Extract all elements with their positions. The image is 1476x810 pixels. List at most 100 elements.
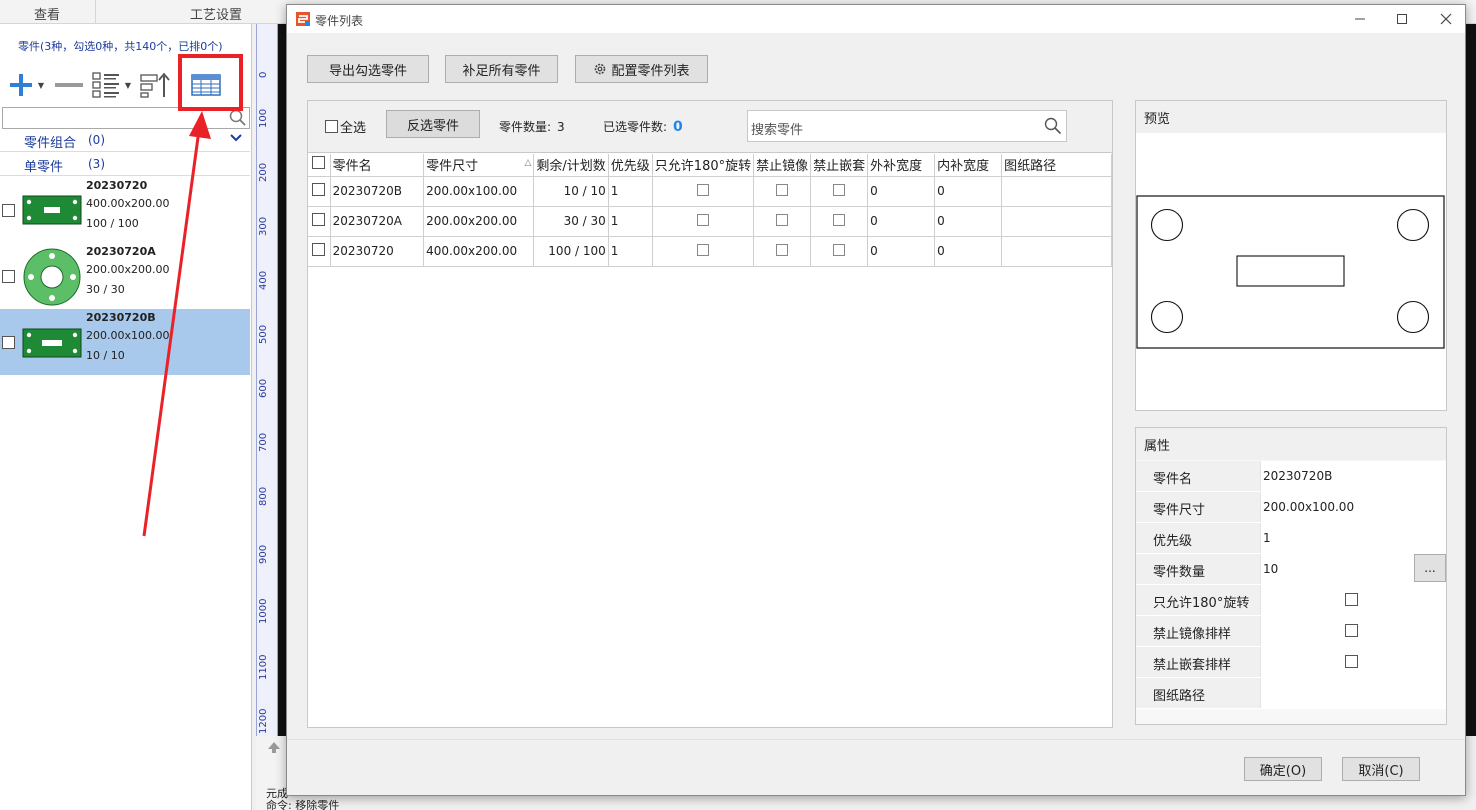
group-part-combination[interactable]: 零件组合 (0) [0,129,250,152]
column-header[interactable]: 图纸路径 [1001,154,1112,177]
property-value-field[interactable]: 20230720B [1260,461,1446,491]
app-logo-icon [296,12,310,26]
fill-all-button[interactable]: 补足所有零件 [445,55,558,83]
add-part-button[interactable]: ▼ [4,68,48,102]
ruler-label: 1000 [258,598,269,624]
checkbox[interactable] [1345,655,1358,668]
cell-remain-plan: 10 / 10 [533,176,609,207]
property-key: 只允许180°旋转 [1153,596,1250,611]
list-header-bar: 全选 反选零件 零件数量: 3 已选零件数: 0 搜索零件 [308,101,1112,153]
cell-part-size: 200.00x200.00 [423,206,535,237]
cell-no-nesting[interactable] [810,206,869,237]
cancel-button[interactable]: 取消(C) [1342,757,1420,781]
invert-selection-button[interactable]: 反选零件 [386,110,480,138]
checkbox[interactable] [1345,624,1358,637]
part-table: 零件名 零件尺寸 △ 剩余/计划数 优先级 只允许180°旋转 禁止镜像 禁止嵌套… [308,154,1112,267]
highlight-box [178,54,243,111]
column-header[interactable]: 零件尺寸 △ [423,154,535,177]
part-item-20230720A[interactable]: 20230720A 200.00x200.00 30 / 30 [0,243,250,309]
checkbox[interactable] [833,213,846,226]
checkbox[interactable] [696,213,709,226]
header-checkbox-cell[interactable] [308,154,331,177]
sort-button[interactable] [138,68,172,102]
arrow-up-icon[interactable] [266,740,282,754]
menu-process-settings[interactable]: 工艺设置 [190,4,242,23]
cell-no-mirror[interactable] [753,236,812,267]
checkbox[interactable] [833,243,846,256]
quantity-edit-button[interactable]: ... [1414,554,1446,582]
checkbox[interactable] [776,183,789,196]
cell-rotate-180[interactable] [652,236,755,267]
part-thumbnail [23,248,81,306]
export-selected-button[interactable]: 导出勾选零件 [307,55,429,83]
minus-icon [55,83,83,87]
select-all-checkbox[interactable]: 全选 [325,117,366,136]
properties-panel: 属性 零件名 20230720B 零件尺寸 200.00x100.00 优先级 … [1135,427,1447,725]
part-item-20230720B[interactable]: 20230720B 200.00x100.00 10 / 10 [0,309,250,375]
column-header[interactable]: 优先级 [608,154,653,177]
part-search-input[interactable]: 搜索零件 [747,110,1067,142]
canvas-area[interactable] [278,24,286,736]
close-button[interactable] [1435,8,1457,30]
property-value-field[interactable] [1260,678,1446,708]
column-header[interactable]: 禁止嵌套 [810,154,869,177]
configure-list-button[interactable]: 配置零件列表 [575,55,708,83]
row-checkbox-cell[interactable] [308,206,331,237]
selected-count-label: 已选零件数: [603,120,668,134]
sort-icon [140,72,170,98]
part-checkbox[interactable] [2,204,15,217]
table-row[interactable]: 20230720B 200.00x100.00 10 / 10 1 0 0 [308,176,1112,207]
checkbox[interactable] [1345,593,1358,606]
cell-no-mirror[interactable] [753,206,812,237]
column-header[interactable]: 外补宽度 [867,154,936,177]
property-value: 20230720B [1263,469,1333,483]
cell-no-mirror[interactable] [753,176,812,207]
checkbox[interactable] [312,183,326,196]
row-checkbox-cell[interactable] [308,236,331,267]
column-header[interactable]: 内补宽度 [934,154,1003,177]
ruler-label: 500 [258,324,269,344]
checkbox[interactable] [312,156,326,170]
column-header[interactable]: 禁止镜像 [753,154,812,177]
cell-rotate-180[interactable] [652,206,755,237]
remove-part-button[interactable] [54,68,84,102]
checkbox[interactable] [325,120,338,133]
column-header[interactable]: 剩余/计划数 [533,154,609,177]
cell-no-nesting[interactable] [810,236,869,267]
ok-button[interactable]: 确定(O) [1244,757,1322,781]
table-row[interactable]: 20230720 400.00x200.00 100 / 100 1 0 0 [308,236,1112,267]
checkbox[interactable] [312,243,326,256]
checkbox[interactable] [776,213,789,226]
part-size: 200.00x200.00 [86,263,170,276]
column-header[interactable]: 只允许180°旋转 [652,154,755,177]
cell-no-nesting[interactable] [810,176,869,207]
property-priority: 优先级 1 [1136,523,1446,554]
group-single-part[interactable]: 单零件 (3) [0,153,250,176]
property-value-field[interactable]: 200.00x100.00 [1260,492,1446,522]
column-header[interactable]: 零件名 [330,154,425,177]
part-checkbox[interactable] [2,270,15,283]
dialog-title-bar[interactable]: 零件列表 [287,5,1465,33]
search-icon[interactable] [1044,117,1062,135]
checkbox[interactable] [312,213,326,226]
minimize-button[interactable] [1349,8,1371,30]
table-row[interactable]: 20230720A 200.00x200.00 30 / 30 1 0 0 [308,206,1112,237]
cell-rotate-180[interactable] [652,176,755,207]
ruler-label: 900 [258,544,269,564]
property-value-field[interactable]: 10 ... [1260,554,1446,584]
property-value-field[interactable]: 1 [1260,523,1446,553]
chevron-down-icon[interactable] [230,133,242,143]
checkbox[interactable] [696,243,709,256]
part-checkbox[interactable] [2,336,15,349]
dropdown-arrow-icon: ▼ [37,80,45,90]
row-checkbox-cell[interactable] [308,176,331,207]
ruler-label: 200 [258,162,269,182]
part-item-20230720[interactable]: 20230720 400.00x200.00 100 / 100 [0,177,250,243]
checkbox[interactable] [696,183,709,196]
checkbox[interactable] [776,243,789,256]
maximize-button[interactable] [1391,8,1413,30]
checkbox[interactable] [833,183,846,196]
list-view-button[interactable]: ▼ [88,68,134,102]
menu-view[interactable]: 查看 [34,4,60,23]
ruler-label: 700 [258,432,269,452]
